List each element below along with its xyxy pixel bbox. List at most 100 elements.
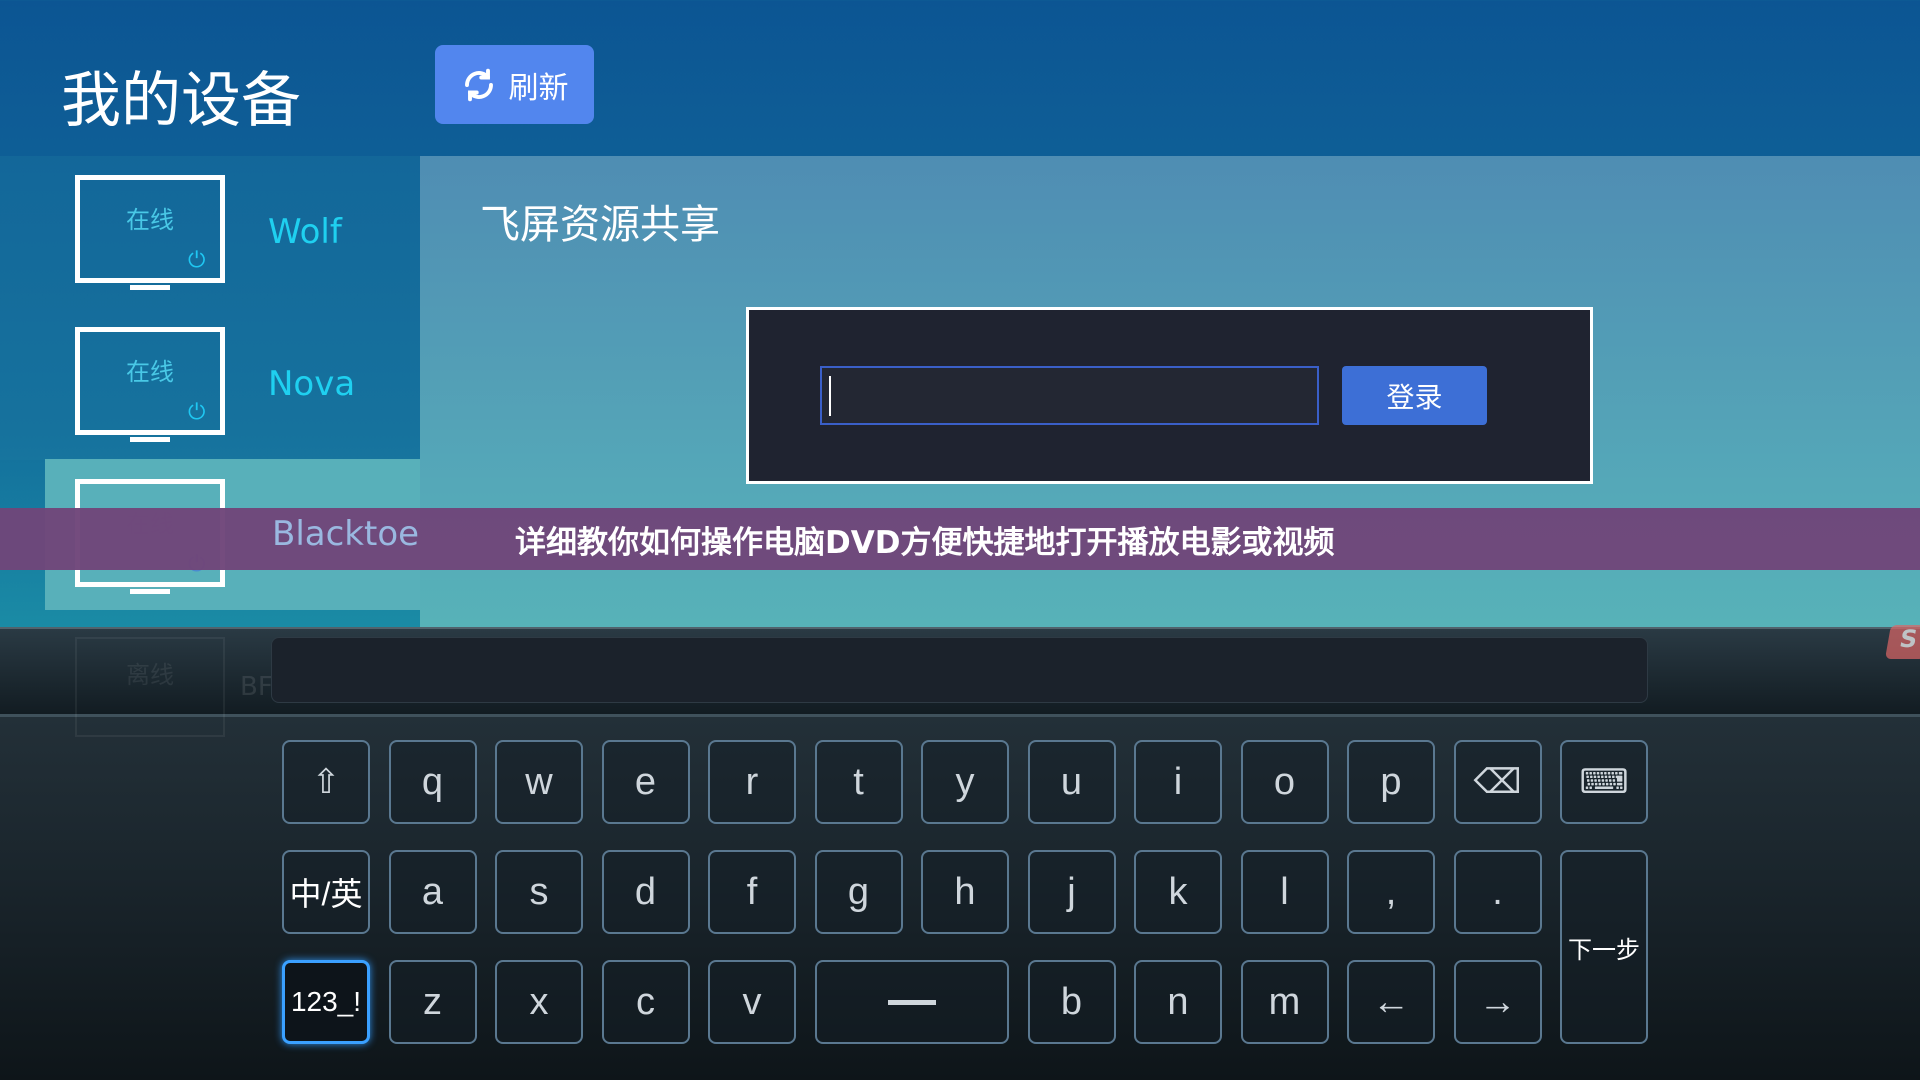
key-label: ⌨: [1579, 763, 1629, 801]
space-key[interactable]: ⎵: [814, 960, 1009, 1044]
password-input[interactable]: [820, 366, 1319, 425]
key-label: j: [1067, 870, 1076, 913]
monitor-icon: 在线 ⏻: [75, 327, 225, 435]
power-icon: ⏻: [188, 248, 206, 273]
key-label: ⌫: [1473, 763, 1522, 801]
key-o[interactable]: o: [1240, 740, 1329, 824]
monitor-stand: [130, 589, 170, 594]
key-label: ⇧: [311, 763, 341, 801]
refresh-icon: [464, 68, 493, 101]
key-label: e: [634, 760, 657, 803]
key-t[interactable]: t: [814, 740, 903, 824]
page-title: 我的设备: [61, 66, 301, 136]
device-status: 在线: [126, 358, 174, 386]
key-label: 中/英: [289, 876, 363, 912]
comma-key[interactable]: ,: [1347, 850, 1435, 934]
key-label: d: [634, 870, 657, 913]
key-label: y: [955, 760, 975, 803]
shift-key[interactable]: ⇧: [282, 740, 370, 824]
language-toggle-key[interactable]: 中/英: [282, 850, 370, 934]
key-label: →: [1478, 980, 1517, 1023]
key-label: ←: [1372, 980, 1410, 1023]
device-item-wolf[interactable]: 在线 ⏻ Wolf: [0, 160, 420, 311]
key-y[interactable]: y: [921, 740, 1009, 824]
device-name: Nova: [268, 364, 356, 404]
right-arrow-key[interactable]: →: [1453, 960, 1542, 1044]
device-name[interactable]: Blacktoe: [272, 514, 419, 554]
refresh-label: 刷新: [508, 70, 569, 106]
device-name: Wolf: [268, 212, 342, 252]
key-a[interactable]: a: [388, 850, 477, 934]
device-item-nova[interactable]: 在线 ⏻ Nova: [0, 312, 420, 463]
device-status: 在线: [126, 206, 174, 234]
key-label: ⎵: [887, 999, 936, 1005]
monitor-stand: [130, 437, 170, 442]
key-label: ,: [1385, 870, 1397, 913]
key-b[interactable]: b: [1027, 960, 1116, 1044]
ghost-device-name: BF: [240, 672, 273, 702]
ime-logo-icon: S: [1885, 625, 1920, 659]
key-m[interactable]: m: [1240, 960, 1329, 1044]
key-g[interactable]: g: [814, 850, 903, 934]
left-arrow-key[interactable]: ←: [1347, 960, 1435, 1044]
key-label: g: [847, 870, 870, 913]
ghost-device-status: 离线: [126, 661, 174, 689]
key-u[interactable]: u: [1027, 740, 1116, 824]
key-h[interactable]: h: [921, 850, 1009, 934]
next-step-key[interactable]: 下一步: [1560, 850, 1648, 1044]
key-label: m: [1268, 980, 1301, 1023]
key-k[interactable]: k: [1134, 850, 1222, 934]
key-label: o: [1273, 760, 1296, 803]
key-s[interactable]: s: [495, 850, 583, 934]
key-label: q: [421, 760, 444, 803]
refresh-button[interactable]: 刷新: [435, 45, 594, 124]
key-label: s: [529, 870, 549, 913]
key-e[interactable]: e: [601, 740, 690, 824]
key-label: i: [1173, 760, 1183, 803]
key-label: z: [423, 980, 442, 1023]
key-label: 123_!: [290, 986, 362, 1017]
key-x[interactable]: x: [495, 960, 583, 1044]
caption-text: 详细教你如何操作电脑DVD方便快捷地打开播放电影或视频: [515, 524, 1335, 561]
backspace-key[interactable]: ⌫: [1453, 740, 1542, 824]
key-f[interactable]: f: [708, 850, 796, 934]
key-label: l: [1280, 870, 1289, 913]
monitor-icon: 在线 ⏻: [75, 175, 225, 283]
key-i[interactable]: i: [1134, 740, 1222, 824]
text-caret: [829, 376, 831, 416]
key-l[interactable]: l: [1240, 850, 1329, 934]
key-label: c: [636, 980, 655, 1023]
key-j[interactable]: j: [1027, 850, 1116, 934]
hide-keyboard-key[interactable]: ⌨: [1560, 740, 1648, 824]
symbols-key[interactable]: 123_!: [282, 960, 370, 1044]
power-icon: ⏻: [188, 400, 206, 425]
key-label: b: [1060, 980, 1083, 1023]
key-n[interactable]: n: [1134, 960, 1222, 1044]
key-label: k: [1168, 870, 1188, 913]
key-label: f: [746, 870, 758, 913]
key-label: h: [954, 870, 976, 913]
key-p[interactable]: p: [1347, 740, 1435, 824]
key-label: x: [529, 980, 549, 1023]
key-label: u: [1060, 760, 1083, 803]
period-key[interactable]: .: [1453, 850, 1542, 934]
key-label: a: [421, 870, 444, 913]
key-w[interactable]: w: [495, 740, 583, 824]
login-dialog: 登录: [746, 307, 1593, 484]
key-label: w: [525, 760, 553, 803]
key-q[interactable]: q: [388, 740, 477, 824]
key-label: n: [1167, 980, 1189, 1023]
key-label: p: [1380, 760, 1402, 803]
key-d[interactable]: d: [601, 850, 690, 934]
key-v[interactable]: v: [708, 960, 796, 1044]
keyboard-text-field[interactable]: [271, 637, 1648, 703]
key-label: .: [1492, 870, 1503, 913]
key-c[interactable]: c: [601, 960, 690, 1044]
key-label: t: [853, 760, 864, 803]
key-r[interactable]: r: [708, 740, 796, 824]
section-title: 飞屏资源共享: [480, 202, 720, 248]
login-button[interactable]: 登录: [1342, 366, 1487, 425]
key-label: v: [742, 980, 762, 1023]
monitor-stand: [130, 285, 170, 290]
key-z[interactable]: z: [388, 960, 477, 1044]
